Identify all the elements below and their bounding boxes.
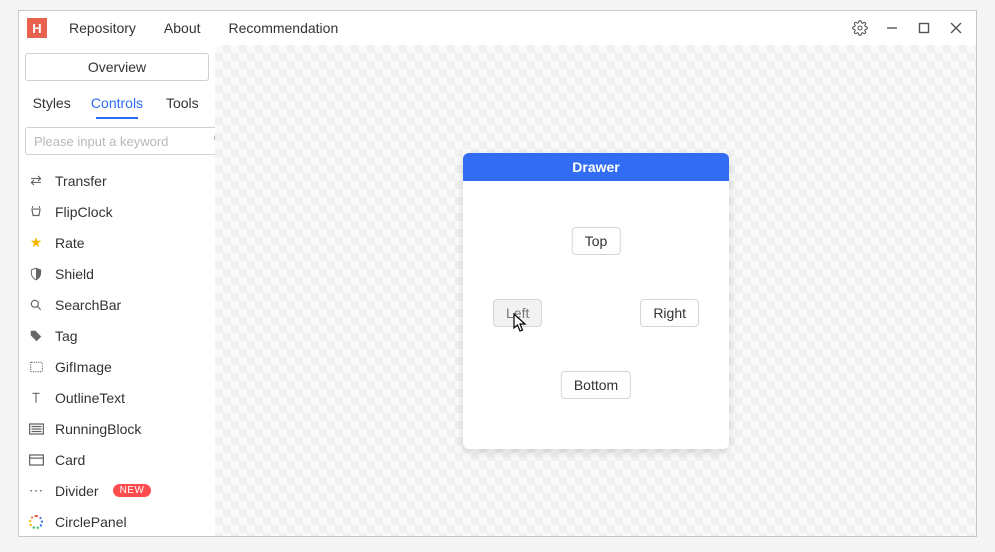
sidebar: Overview Styles Controls Tools <box>19 45 215 536</box>
flipclock-icon <box>27 205 45 219</box>
list-item-flipclock[interactable]: FlipClock <box>19 196 215 227</box>
new-badge: NEW <box>113 484 152 497</box>
shield-icon <box>27 267 45 281</box>
tab-tools[interactable]: Tools <box>150 87 215 121</box>
control-list[interactable]: ⇄ Transfer FlipClock ★ Rate <box>19 165 215 536</box>
list-item-label: Tag <box>55 328 78 344</box>
list-item-label: GifImage <box>55 359 112 375</box>
menu-about[interactable]: About <box>150 11 215 45</box>
list-item-gifimage[interactable]: GifImage <box>19 351 215 382</box>
tab-controls[interactable]: Controls <box>84 87 149 121</box>
drawer-bottom-button[interactable]: Bottom <box>561 371 631 399</box>
list-item-transfer[interactable]: ⇄ Transfer <box>19 165 215 196</box>
menubar: Repository About Recommendation <box>19 11 976 45</box>
list-item-circlepanel[interactable]: CirclePanel <box>19 506 215 536</box>
list-item-label: Card <box>55 452 85 468</box>
list-item-card[interactable]: Card <box>19 444 215 475</box>
card-icon <box>27 454 45 466</box>
divider-icon: ⋯ <box>27 482 45 499</box>
list-item-runningblock[interactable]: RunningBlock <box>19 413 215 444</box>
minimize-button[interactable] <box>876 11 908 45</box>
close-button[interactable] <box>940 11 972 45</box>
tag-icon <box>27 329 45 343</box>
running-block-icon <box>27 423 45 435</box>
list-item-tag[interactable]: Tag <box>19 320 215 351</box>
drawer-top-button[interactable]: Top <box>572 227 621 255</box>
drawer-panel: Drawer Top Left Right Bottom <box>463 153 729 449</box>
menu-repository[interactable]: Repository <box>55 11 150 45</box>
gif-icon <box>27 360 45 374</box>
list-item-label: Rate <box>55 235 85 251</box>
list-item-searchbar[interactable]: SearchBar <box>19 289 215 320</box>
drawer-left-button[interactable]: Left <box>493 299 542 327</box>
menu-recommendation[interactable]: Recommendation <box>215 11 353 45</box>
search-input[interactable] <box>32 133 212 150</box>
list-item-divider[interactable]: ⋯ Divider NEW <box>19 475 215 506</box>
search-row <box>19 121 215 165</box>
app-logo <box>27 18 47 38</box>
gear-icon[interactable] <box>844 11 876 45</box>
list-item-rate[interactable]: ★ Rate <box>19 227 215 258</box>
tab-styles[interactable]: Styles <box>19 87 84 121</box>
list-item-label: CirclePanel <box>55 514 127 530</box>
window-body: Overview Styles Controls Tools <box>19 45 976 536</box>
transfer-icon: ⇄ <box>27 172 45 189</box>
list-item-label: Divider <box>55 483 99 499</box>
list-item-label: OutlineText <box>55 390 125 406</box>
overview-button[interactable]: Overview <box>25 53 209 81</box>
panel-title: Drawer <box>463 153 729 181</box>
canvas: Drawer Top Left Right Bottom <box>215 45 976 536</box>
list-item-label: RunningBlock <box>55 421 141 437</box>
sidebar-tabs: Styles Controls Tools <box>19 87 215 121</box>
app-window: Repository About Recommendation Overview… <box>18 10 977 537</box>
search-icon <box>27 298 45 312</box>
list-item-label: SearchBar <box>55 297 121 313</box>
circle-panel-icon <box>27 515 45 529</box>
list-item-label: FlipClock <box>55 204 113 220</box>
outline-text-icon <box>27 391 45 405</box>
list-item-shield[interactable]: Shield <box>19 258 215 289</box>
list-item-label: Transfer <box>55 173 107 189</box>
maximize-button[interactable] <box>908 11 940 45</box>
list-item-outlinetext[interactable]: OutlineText <box>19 382 215 413</box>
list-item-label: Shield <box>55 266 94 282</box>
panel-body: Top Left Right Bottom <box>463 181 729 449</box>
drawer-right-button[interactable]: Right <box>640 299 699 327</box>
star-icon: ★ <box>27 234 45 251</box>
search-box[interactable] <box>25 127 215 155</box>
